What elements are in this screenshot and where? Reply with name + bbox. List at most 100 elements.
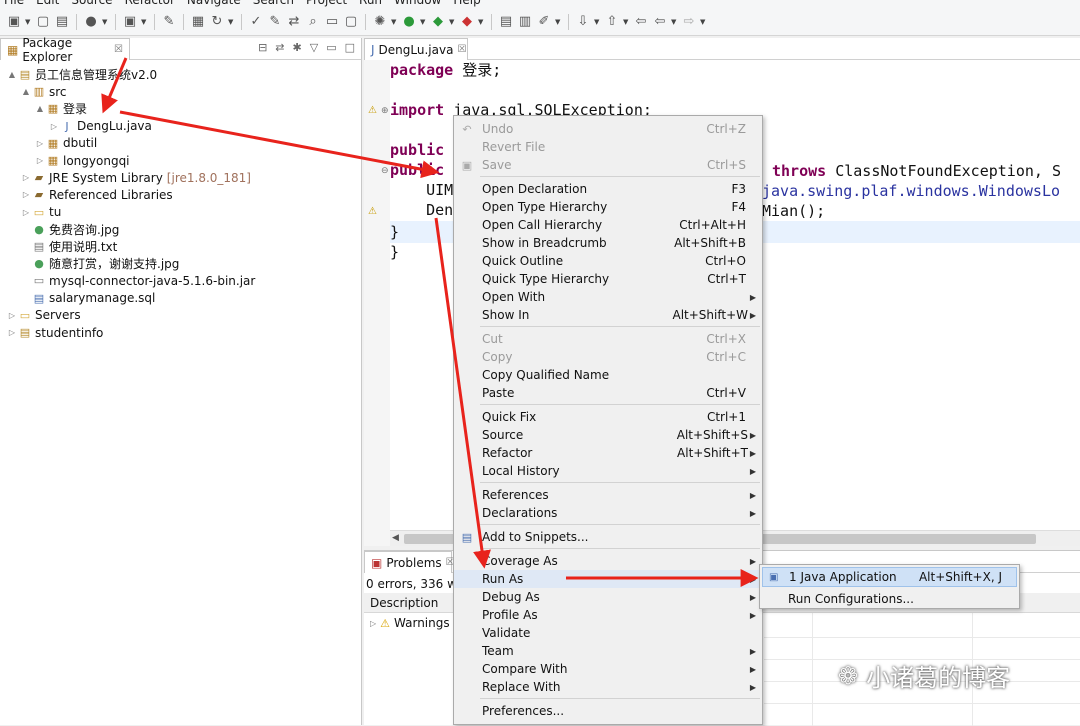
menu-item-run-as[interactable]: Run As ▶ — [454, 570, 762, 588]
new-icon[interactable]: ▣ — [6, 14, 22, 29]
chevron-down-icon[interactable]: ▼ — [555, 18, 562, 26]
minimize-icon[interactable]: ▭ — [326, 41, 336, 54]
open-folder-icon[interactable]: ▥ — [517, 14, 533, 29]
link-icon[interactable]: ⇄ — [286, 14, 302, 29]
external-tools-icon[interactable]: ◆ — [459, 14, 475, 29]
menu-file[interactable]: File — [4, 0, 24, 7]
menu-item-declarations[interactable]: Declarations ▶ — [454, 504, 762, 522]
prev-annotation-icon[interactable]: ⇧ — [604, 14, 620, 29]
expand-icon[interactable]: ▷ — [20, 190, 32, 199]
next-annotation-icon[interactable]: ⇩ — [575, 14, 591, 29]
menu-edit[interactable]: Edit — [36, 0, 59, 7]
menu-item-java-application[interactable]: ▣ 1 Java Application Alt+Shift+X, J — [762, 567, 1017, 587]
expand-icon[interactable]: ▷ — [34, 156, 46, 165]
chevron-down-icon[interactable]: ▼ — [228, 18, 235, 26]
chevron-down-icon[interactable]: ▼ — [420, 18, 427, 26]
view-menu-icon[interactable]: ▽ — [310, 41, 318, 54]
menu-item-replace-with[interactable]: Replace With ▶ — [454, 678, 762, 696]
brush-icon[interactable]: ✐ — [536, 14, 552, 29]
menu-item-open-call-hierarchy[interactable]: Open Call Hierarchy Ctrl+Alt+H — [454, 216, 762, 234]
save-icon[interactable]: ▢ — [35, 14, 51, 29]
menu-item-open-with[interactable]: Open With ▶ — [454, 288, 762, 306]
tree-item[interactable]: ▷ ▦ dbutil — [34, 135, 97, 152]
chevron-down-icon[interactable]: ▼ — [449, 18, 456, 26]
menu-item-profile-as[interactable]: Profile As ▶ — [454, 606, 762, 624]
scroll-left-icon[interactable]: ◀ — [392, 533, 399, 543]
tree-item[interactable]: ▷ J DengLu.java — [48, 118, 152, 135]
menu-item-source[interactable]: Source Alt+Shift+S ▶ — [454, 426, 762, 444]
edit-icon[interactable]: ✎ — [267, 14, 283, 29]
window-icon[interactable]: ▢ — [343, 14, 359, 29]
coverage-icon[interactable]: ◆ — [430, 14, 446, 29]
menu-help[interactable]: Help — [453, 0, 480, 7]
menu-item-coverage-as[interactable]: Coverage As ▶ — [454, 552, 762, 570]
menu-item-undo[interactable]: ↶ Undo Ctrl+Z — [454, 120, 762, 138]
menu-item-open-type-hierarchy[interactable]: Open Type Hierarchy F4 — [454, 198, 762, 216]
menu-item-copy-qualified-name[interactable]: Copy Qualified Name — [454, 366, 762, 384]
menu-item-paste[interactable]: Paste Ctrl+V — [454, 384, 762, 402]
chevron-down-icon[interactable]: ▼ — [623, 18, 630, 26]
file-icon[interactable]: ▭ — [324, 14, 340, 29]
debug-icon[interactable]: ✺ — [372, 14, 388, 29]
chevron-down-icon[interactable]: ▼ — [478, 18, 485, 26]
close-icon[interactable]: ☒ — [114, 44, 123, 55]
menu-source[interactable]: Source — [71, 0, 112, 7]
menu-item-copy[interactable]: Copy Ctrl+C — [454, 348, 762, 366]
menu-item-validate[interactable]: Validate — [454, 624, 762, 642]
chevron-down-icon[interactable]: ▼ — [102, 18, 109, 26]
chevron-down-icon[interactable]: ▼ — [700, 18, 707, 26]
refresh-icon[interactable]: ↻ — [209, 14, 225, 29]
collapse-icon[interactable]: ▲ — [20, 87, 32, 96]
fold-icon[interactable]: ⊖ — [381, 166, 389, 176]
chevron-down-icon[interactable]: ▼ — [391, 18, 398, 26]
menu-item-quick-outline[interactable]: Quick Outline Ctrl+O — [454, 252, 762, 270]
menu-item-quick-type-hierarchy[interactable]: Quick Type Hierarchy Ctrl+T — [454, 270, 762, 288]
description-column[interactable]: Description — [370, 596, 438, 610]
expand-icon[interactable]: ▷ — [6, 328, 18, 337]
terminal-icon[interactable]: ▣ — [122, 14, 138, 29]
menu-window[interactable]: Window — [394, 0, 441, 7]
maximize-icon[interactable]: □ — [345, 41, 355, 54]
menu-item-compare-with[interactable]: Compare With ▶ — [454, 660, 762, 678]
tree-item[interactable]: ▷ ▤ studentinfo — [6, 324, 103, 341]
filter-icon[interactable]: ✱ — [293, 41, 302, 54]
tree-item[interactable]: ▷ ▰ JRE System Library [jre1.8.0_181] — [20, 169, 251, 186]
menu-item-preferences[interactable]: Preferences... — [454, 702, 762, 720]
menu-item-references[interactable]: References ▶ — [454, 486, 762, 504]
menu-item-team[interactable]: Team ▶ — [454, 642, 762, 660]
collapse-icon[interactable]: ▲ — [6, 70, 18, 79]
collapse-icon[interactable]: ▲ — [34, 104, 46, 113]
problems-row[interactable]: ▷ ⚠ Warnings — [370, 614, 450, 632]
menu-item-revert-file[interactable]: Revert File — [454, 138, 762, 156]
close-icon[interactable]: ☒ — [457, 44, 466, 55]
tree-item[interactable]: ▷ ▭ Servers — [6, 307, 81, 324]
pin-icon[interactable]: ✎ — [161, 14, 177, 29]
menu-search[interactable]: Search — [253, 0, 294, 7]
menu-item-debug-as[interactable]: Debug As ▶ — [454, 588, 762, 606]
menu-refactor[interactable]: Refactor — [125, 0, 175, 7]
menu-item-show-in-breadcrumb[interactable]: Show in Breadcrumb Alt+Shift+B — [454, 234, 762, 252]
menu-item-quick-fix[interactable]: Quick Fix Ctrl+1 — [454, 408, 762, 426]
chevron-down-icon[interactable]: ▼ — [594, 18, 601, 26]
tree-item[interactable]: ▤ 使用说明.txt — [20, 238, 118, 255]
tab-package-explorer[interactable]: ▦ Package Explorer ☒ — [0, 36, 130, 64]
menu-item-refactor[interactable]: Refactor Alt+Shift+T ▶ — [454, 444, 762, 462]
tree-item[interactable]: ▷ ▰ Referenced Libraries — [20, 186, 173, 203]
forward-icon[interactable]: ⇨ — [681, 14, 697, 29]
menu-item-add-to-snippets[interactable]: ▤ Add to Snippets... — [454, 528, 762, 546]
tree-item[interactable]: ▲ ▥ src — [20, 83, 67, 100]
back-icon[interactable]: ⇦ — [652, 14, 668, 29]
tab-denglu-java[interactable]: J DengLu.java ☒ — [364, 38, 468, 60]
task-icon[interactable]: ✓ — [248, 14, 264, 29]
menu-item-save[interactable]: ▣ Save Ctrl+S — [454, 156, 762, 174]
collapse-all-icon[interactable]: ⊟ — [258, 41, 267, 54]
expand-icon[interactable]: ▷ — [34, 139, 46, 148]
search-icon[interactable]: ⌕ — [305, 14, 321, 29]
user-icon[interactable]: ● — [83, 14, 99, 29]
menu-item-show-in[interactable]: Show In Alt+Shift+W ▶ — [454, 306, 762, 324]
menu-navigate[interactable]: Navigate — [187, 0, 241, 7]
run-icon[interactable]: ● — [401, 14, 417, 29]
link-with-editor-icon[interactable]: ⇄ — [275, 41, 284, 54]
menu-item-local-history[interactable]: Local History ▶ — [454, 462, 762, 480]
chevron-down-icon[interactable]: ▼ — [25, 18, 32, 26]
